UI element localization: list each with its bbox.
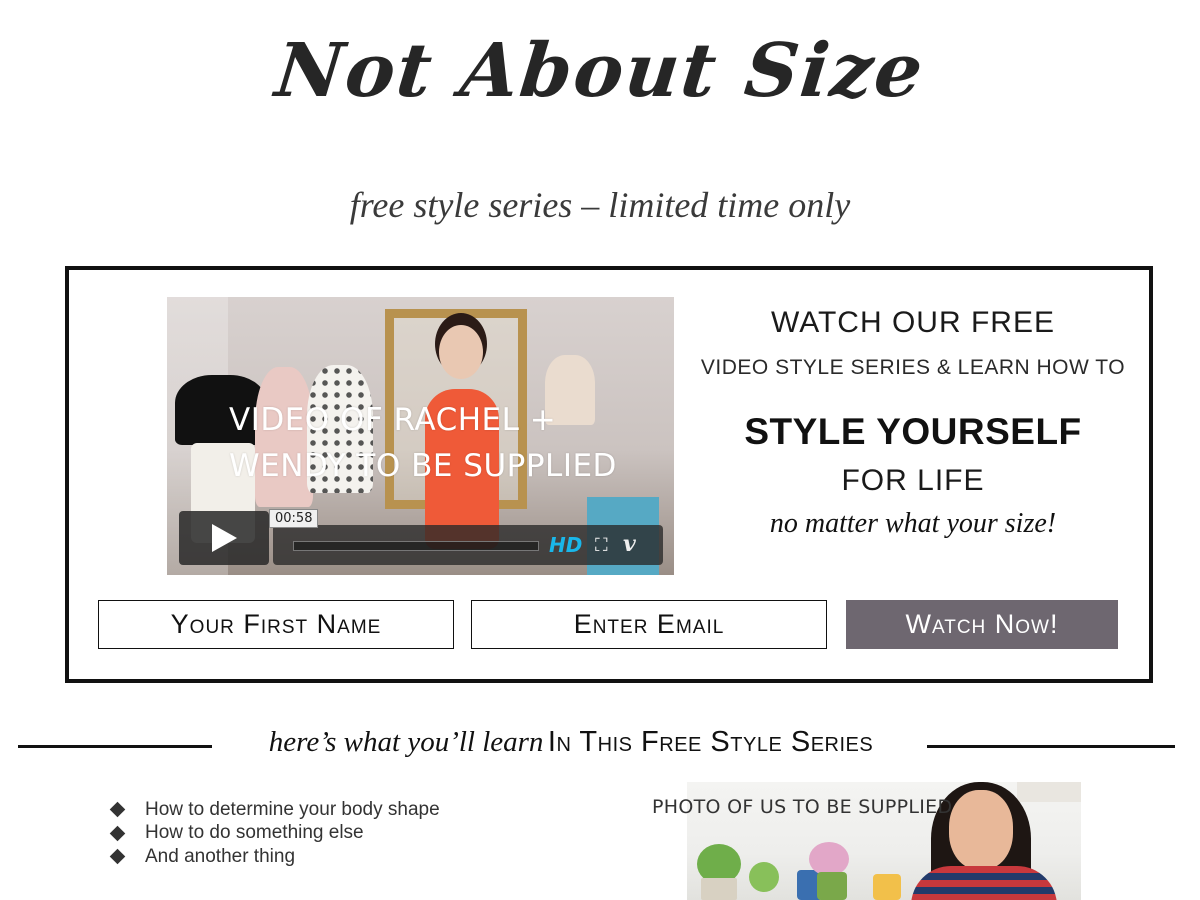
hd-toggle[interactable]: HD — [549, 533, 582, 557]
photo-person-shirt — [911, 866, 1057, 900]
pitch-line-series: VIDEO STYLE SERIES & LEARN HOW TO — [700, 356, 1126, 379]
pitch-line-life: FOR LIFE — [841, 464, 985, 497]
video-presenter-head — [439, 325, 483, 379]
video-timestamp: 00:58 — [269, 509, 319, 528]
list-item: And another thing — [108, 845, 440, 869]
photo-plant — [749, 862, 779, 892]
pitch-line-size: no matter what your size! — [769, 508, 1057, 539]
list-item-text: How to do something else — [145, 822, 364, 844]
photo-pot — [701, 878, 737, 900]
pitch-line-watch: WATCH OUR FREE — [771, 306, 1055, 339]
diamond-bullet-icon — [109, 801, 126, 818]
tagline: free style series – limited time only — [349, 185, 851, 225]
photo-placeholder-text: PHOTO OF US TO BE SUPPLIED — [652, 796, 953, 818]
photo-person-face — [949, 790, 1013, 870]
divider-right — [927, 745, 1175, 748]
video-player[interactable]: VIDEO OF RACHEL + WENDY TO BE SUPPLIED H… — [167, 297, 674, 575]
watch-now-button[interactable]: Watch Now! — [846, 600, 1118, 649]
list-item: How to determine your body shape — [108, 798, 440, 822]
diamond-bullet-icon — [109, 848, 126, 865]
diamond-bullet-icon — [109, 825, 126, 842]
play-icon — [212, 524, 237, 552]
list-item-text: And another thing — [145, 845, 296, 867]
first-name-field[interactable]: Your First Name — [98, 600, 454, 649]
site-logo[interactable]: Not About Size — [0, 28, 1200, 114]
video-controls-bar: HD ⛶ v — [273, 525, 663, 565]
email-field[interactable]: Enter Email — [471, 600, 827, 649]
photo-flowers — [809, 842, 849, 876]
learn-heading: here’s what you’ll learn In This Free St… — [222, 726, 920, 759]
list-item: How to do something else — [108, 822, 440, 846]
learn-heading-italic: here’s what you’ll learn — [268, 726, 544, 758]
list-item-text: How to determine your body shape — [145, 798, 440, 820]
divider-left — [18, 745, 212, 748]
photo-window — [1017, 782, 1081, 802]
learn-heading-caps: In This Free Style Series — [547, 726, 874, 758]
video-progress-bar[interactable] — [293, 541, 539, 551]
learn-bullet-list: How to determine your body shape How to … — [108, 798, 440, 869]
vimeo-logo-icon[interactable]: v — [623, 531, 636, 557]
pitch-line-headline: STYLE YOURSELF — [744, 411, 1082, 452]
fullscreen-icon[interactable]: ⛶ — [595, 535, 608, 556]
photo-pot — [817, 872, 847, 900]
pitch-copy: WATCH OUR FREE VIDEO STYLE SERIES & LEAR… — [689, 306, 1137, 540]
photo-pot — [873, 874, 901, 900]
optin-box: VIDEO OF RACHEL + WENDY TO BE SUPPLIED H… — [65, 266, 1153, 683]
play-button[interactable] — [179, 511, 269, 565]
video-placeholder-text: VIDEO OF RACHEL + WENDY TO BE SUPPLIED — [229, 402, 617, 484]
